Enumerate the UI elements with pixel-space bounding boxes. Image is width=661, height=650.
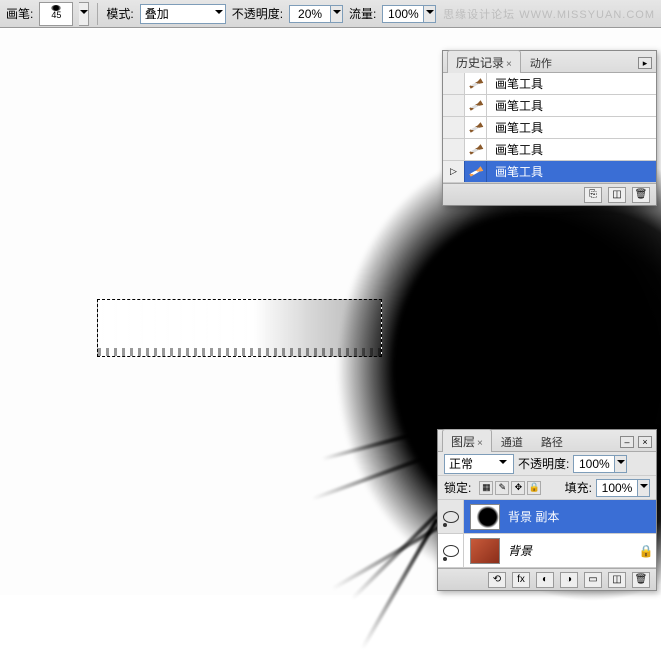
- chevron-down-icon: [499, 457, 507, 471]
- current-step-icon: ▷: [450, 166, 457, 177]
- layer-thumbnail[interactable]: [470, 538, 500, 564]
- new-layer-icon[interactable]: ◫: [608, 572, 626, 588]
- flow-dropdown[interactable]: [424, 5, 436, 23]
- flow-input[interactable]: [382, 5, 424, 23]
- tab-history[interactable]: 历史记录×: [447, 50, 521, 73]
- history-item[interactable]: 画笔工具: [443, 139, 656, 161]
- watermark-text: 思缘设计论坛 WWW.MISSYUAN.COM: [443, 6, 655, 22]
- brush-preset-dropdown[interactable]: [79, 2, 89, 26]
- layer-lock-row: 锁定: ▦ ✎ ✥ 🔒 填充:: [438, 476, 656, 500]
- lock-icon-group: ▦ ✎ ✥ 🔒: [479, 481, 541, 495]
- separator: [97, 3, 98, 25]
- panel-menu-icon[interactable]: ▸: [638, 57, 652, 69]
- minimize-icon[interactable]: –: [620, 436, 634, 448]
- opacity-field: [289, 5, 343, 23]
- fill-dropdown[interactable]: [638, 479, 650, 497]
- layer-blend-mode-select[interactable]: 正常: [444, 454, 514, 474]
- close-icon[interactable]: ×: [506, 59, 512, 70]
- layer-list: 背景 副本 背景 🔒: [438, 500, 656, 568]
- lock-pixels-icon[interactable]: ✎: [495, 481, 509, 495]
- brush-size-value: 45: [51, 11, 61, 20]
- opacity-label: 不透明度:: [232, 5, 283, 22]
- fill-input[interactable]: [596, 479, 638, 497]
- layers-panel: 图层× 通道 路径 – × 正常 不透明度: 锁定: ▦ ✎ ✥ 🔒 填充:: [437, 429, 657, 591]
- layer-thumbnail[interactable]: [470, 504, 500, 530]
- create-document-icon[interactable]: ⎘: [584, 187, 602, 203]
- history-item[interactable]: ▷画笔工具: [443, 161, 656, 183]
- tab-actions[interactable]: 动作: [521, 51, 561, 73]
- chevron-down-icon: [333, 7, 341, 21]
- chevron-down-icon: [215, 7, 223, 21]
- opacity-dropdown[interactable]: [331, 5, 343, 23]
- history-item[interactable]: 画笔工具: [443, 117, 656, 139]
- tab-paths[interactable]: 路径: [532, 430, 572, 452]
- visibility-toggle[interactable]: [438, 534, 464, 567]
- link-layers-icon[interactable]: ⟲: [488, 572, 506, 588]
- new-snapshot-icon[interactable]: ◫: [608, 187, 626, 203]
- blend-mode-value: 叠加: [145, 5, 211, 22]
- brush-icon: [466, 96, 485, 115]
- lock-position-icon[interactable]: ✥: [511, 481, 525, 495]
- tab-channels[interactable]: 通道: [492, 430, 532, 452]
- close-icon[interactable]: ×: [477, 438, 483, 449]
- layer-row[interactable]: 背景 副本: [438, 500, 656, 534]
- history-panel: 历史记录× 动作 ▸ 画笔工具 画笔工具 画笔工具 画笔工具 ▷画笔工具 ⎘ ◫…: [442, 50, 657, 206]
- layer-mask-icon[interactable]: ◐: [536, 572, 554, 588]
- history-item[interactable]: 画笔工具: [443, 95, 656, 117]
- layers-panel-header[interactable]: 图层× 通道 路径 – ×: [438, 430, 656, 452]
- brush-icon: [466, 118, 485, 137]
- lock-transparency-icon[interactable]: ▦: [479, 481, 493, 495]
- adjustment-layer-icon[interactable]: ◑: [560, 572, 578, 588]
- lock-all-icon[interactable]: 🔒: [527, 481, 541, 495]
- chevron-down-icon: [426, 7, 434, 21]
- brush-icon: [466, 162, 485, 181]
- group-icon[interactable]: ▭: [584, 572, 602, 588]
- lock-label: 锁定:: [444, 479, 471, 496]
- layer-blend-row: 正常 不透明度:: [438, 452, 656, 476]
- layer-opacity-field: [573, 455, 627, 473]
- brush-icon: [466, 74, 485, 93]
- lock-icon: 🔒: [636, 544, 656, 558]
- layer-opacity-input[interactable]: [573, 455, 615, 473]
- selection-marquee: [97, 299, 382, 357]
- brush-icon: [466, 140, 485, 159]
- layers-footer: ⟲ fx ◐ ◑ ▭ ◫ 🗑: [438, 568, 656, 590]
- tab-layers[interactable]: 图层×: [442, 429, 492, 452]
- eye-icon: [443, 511, 459, 523]
- brush-preset-picker[interactable]: 45: [39, 2, 73, 26]
- layer-opacity-label: 不透明度:: [518, 455, 569, 472]
- delete-icon[interactable]: 🗑: [632, 187, 650, 203]
- fill-label: 填充:: [565, 479, 592, 496]
- mode-label: 模式:: [106, 5, 133, 22]
- eye-icon: [443, 545, 459, 557]
- close-panel-icon[interactable]: ×: [638, 436, 652, 448]
- visibility-toggle[interactable]: [438, 500, 464, 533]
- flow-label: 流量:: [349, 5, 376, 22]
- history-item[interactable]: 画笔工具: [443, 73, 656, 95]
- chevron-down-icon: [80, 7, 88, 21]
- options-bar: 画笔: 45 模式: 叠加 不透明度: 流量: 思缘设计论坛 WWW.MISSY…: [0, 0, 661, 28]
- opacity-input[interactable]: [289, 5, 331, 23]
- brush-label: 画笔:: [6, 5, 33, 22]
- layer-style-icon[interactable]: fx: [512, 572, 530, 588]
- layer-row[interactable]: 背景 🔒: [438, 534, 656, 568]
- layer-name[interactable]: 背景 副本: [506, 508, 656, 525]
- chevron-down-icon: [640, 481, 648, 495]
- blend-mode-select[interactable]: 叠加: [140, 4, 226, 24]
- history-footer: ⎘ ◫ 🗑: [443, 183, 656, 205]
- layer-opacity-dropdown[interactable]: [615, 455, 627, 473]
- flow-field: [382, 5, 436, 23]
- chevron-down-icon: [617, 457, 625, 471]
- delete-layer-icon[interactable]: 🗑: [632, 572, 650, 588]
- fill-field: [596, 479, 650, 497]
- layer-name[interactable]: 背景: [506, 542, 636, 559]
- history-panel-header[interactable]: 历史记录× 动作 ▸: [443, 51, 656, 73]
- history-list: 画笔工具 画笔工具 画笔工具 画笔工具 ▷画笔工具: [443, 73, 656, 183]
